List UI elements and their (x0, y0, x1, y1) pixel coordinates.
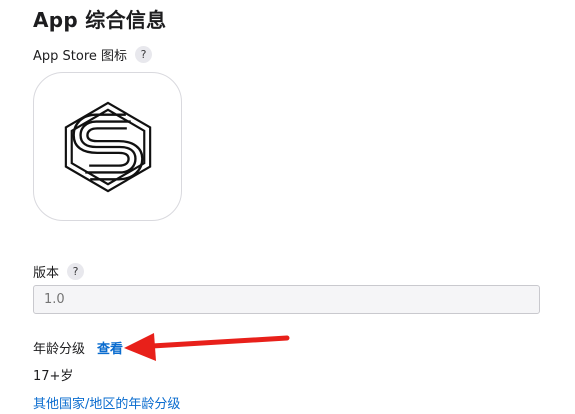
age-rating-label: 年龄分级 (33, 342, 86, 357)
version-label: 版本 (33, 266, 60, 281)
other-regions-age-rating-link[interactable]: 其他国家/地区的年龄分级 (33, 393, 180, 412)
age-rating-view-link[interactable]: 查看 (97, 338, 123, 357)
page-title: App 综合信息 (33, 8, 167, 32)
version-input[interactable] (33, 285, 540, 314)
app-store-icon-label-row: App Store 图标 ? (33, 45, 153, 64)
help-icon[interactable]: ? (135, 46, 153, 63)
app-store-icon-label: App Store 图标 (33, 49, 128, 64)
app-logo-s-icon (64, 101, 151, 192)
app-icon-preview (33, 72, 182, 221)
version-label-row: 版本 ? (33, 262, 85, 281)
age-rating-row: 年龄分级 查看 (33, 338, 123, 357)
age-rating-value: 17+岁 (33, 369, 74, 384)
help-icon[interactable]: ? (67, 263, 85, 280)
